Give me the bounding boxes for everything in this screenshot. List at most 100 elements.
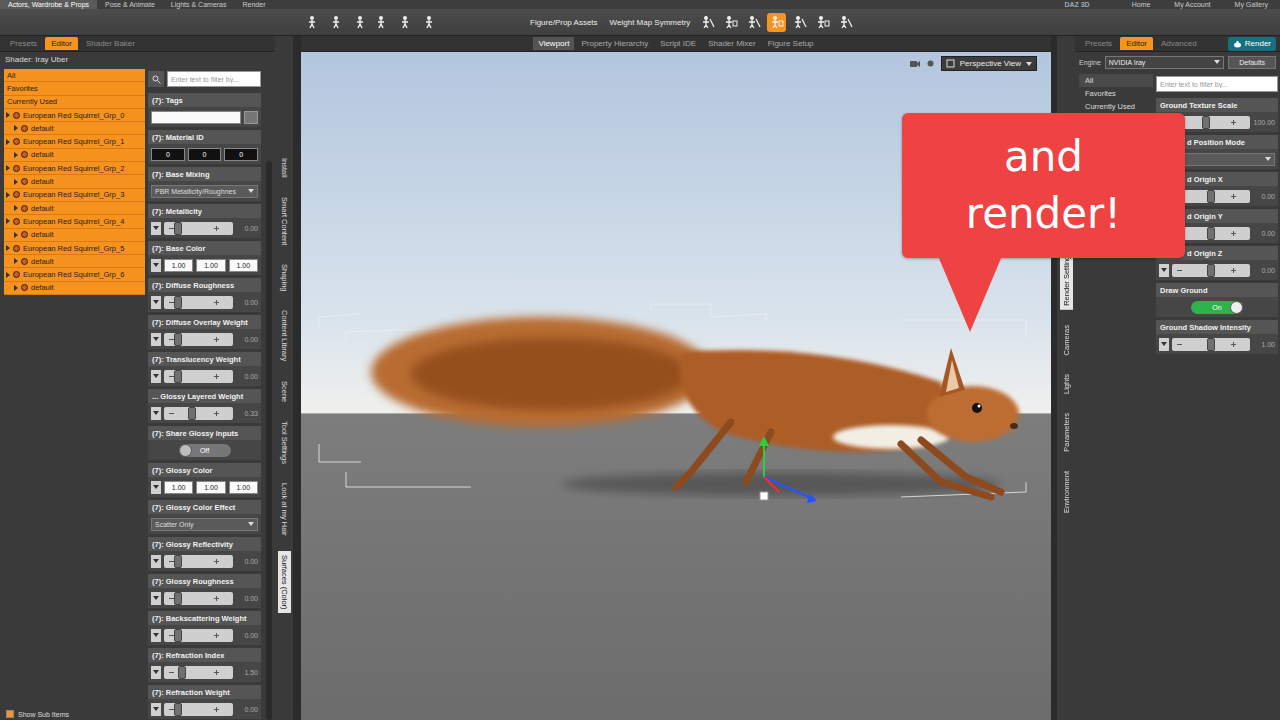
- slider-menu-button[interactable]: [151, 333, 161, 346]
- color-menu-button[interactable]: [151, 481, 161, 494]
- checkbox[interactable]: [6, 710, 14, 718]
- select-box[interactable]: Scatter Only: [151, 518, 258, 531]
- viewport-tab[interactable]: Property Hierarchy: [576, 37, 653, 50]
- slider-menu-button[interactable]: [151, 222, 161, 235]
- panel-tab[interactable]: Advanced: [1155, 37, 1203, 50]
- tree-child-row[interactable]: default: [4, 149, 145, 162]
- color-field[interactable]: 1.00: [196, 481, 225, 494]
- slider-knob[interactable]: [174, 703, 182, 716]
- tool-button[interactable]: [836, 13, 855, 32]
- room-tab[interactable]: Actors, Wardrobe & Props: [0, 0, 97, 9]
- filter-input[interactable]: [167, 71, 261, 87]
- viewport-tab[interactable]: Figure Setup: [763, 37, 819, 50]
- tree-child-row[interactable]: default: [4, 255, 145, 268]
- slider-track[interactable]: [1172, 264, 1250, 277]
- side-tab[interactable]: Install: [278, 154, 291, 182]
- select-box[interactable]: PBR Metallicity/Roughnes: [151, 185, 258, 198]
- slider-value[interactable]: 100.00: [1253, 119, 1275, 126]
- slider-knob[interactable]: [174, 629, 182, 642]
- slider-track[interactable]: [164, 370, 233, 383]
- tree-row[interactable]: European Red Squirrel_Grp_5: [4, 242, 145, 255]
- id-field[interactable]: 0: [188, 148, 222, 161]
- slider-track[interactable]: [164, 592, 233, 605]
- show-sub-items[interactable]: Show Sub Items: [4, 710, 145, 720]
- side-tab[interactable]: Cameras: [1060, 321, 1073, 359]
- slider-knob[interactable]: [174, 222, 182, 235]
- slider-knob[interactable]: [1207, 264, 1215, 277]
- top-link[interactable]: My Account: [1162, 0, 1222, 9]
- side-tab[interactable]: Lights: [1060, 370, 1073, 398]
- slider-knob[interactable]: [1207, 227, 1215, 240]
- tool-button[interactable]: [813, 13, 832, 32]
- render-button[interactable]: Render: [1228, 37, 1276, 51]
- slider-value[interactable]: 0.00: [236, 632, 258, 639]
- group-row[interactable]: All: [1079, 74, 1153, 87]
- group-row[interactable]: Favorites: [1079, 87, 1153, 100]
- side-tab[interactable]: Tool Settings: [278, 417, 291, 468]
- tool-button[interactable]: [721, 13, 740, 32]
- slider-value[interactable]: 0.00: [236, 595, 258, 602]
- slider-knob[interactable]: [174, 592, 182, 605]
- side-tab[interactable]: Environment: [1060, 467, 1073, 517]
- slider-track[interactable]: [164, 333, 233, 346]
- slider-value[interactable]: 0.00: [1253, 193, 1275, 200]
- camera-icon[interactable]: [909, 58, 920, 69]
- slider-knob[interactable]: [174, 370, 182, 383]
- slider-menu-button[interactable]: [151, 629, 161, 642]
- splitter[interactable]: [293, 36, 301, 720]
- viewport-tab[interactable]: Script IDE: [655, 37, 701, 50]
- toolbar-label[interactable]: Weight Map Symmetry: [606, 18, 695, 27]
- slider-knob[interactable]: [1207, 190, 1215, 203]
- slider-menu-button[interactable]: [151, 666, 161, 679]
- color-menu-button[interactable]: [151, 259, 161, 272]
- room-tab[interactable]: Pose & Animate: [97, 0, 163, 9]
- slider-track[interactable]: [164, 555, 233, 568]
- viewport-tab[interactable]: Viewport: [533, 37, 574, 50]
- slider-menu-button[interactable]: [1159, 338, 1169, 351]
- tool-button[interactable]: [698, 13, 717, 32]
- slider-value[interactable]: 0.00: [236, 706, 258, 713]
- slider-menu-button[interactable]: [151, 407, 161, 420]
- slider-track[interactable]: [164, 296, 233, 309]
- slider-knob[interactable]: [188, 407, 196, 420]
- slider-value[interactable]: 0.00: [236, 225, 258, 232]
- side-tab[interactable]: Smart Content: [278, 193, 291, 249]
- tool-button[interactable]: [790, 13, 809, 32]
- toolbar-label[interactable]: Figure/Prop Assets: [526, 18, 602, 27]
- slider-track[interactable]: [1172, 338, 1250, 351]
- panel-tab[interactable]: Presets: [4, 37, 43, 50]
- color-field[interactable]: 1.00: [229, 259, 258, 272]
- room-tab[interactable]: Lights & Cameras: [163, 0, 235, 9]
- slider-value[interactable]: 0.00: [236, 336, 258, 343]
- tool-button[interactable]: [767, 13, 786, 32]
- panel-tab[interactable]: Editor: [45, 37, 78, 50]
- view-select[interactable]: Perspective View: [941, 56, 1037, 71]
- slider-knob[interactable]: [1202, 116, 1210, 129]
- tree-child-row[interactable]: default: [4, 229, 145, 242]
- slider-value[interactable]: 1.50: [236, 669, 258, 676]
- slider-menu-button[interactable]: [151, 296, 161, 309]
- slider-knob[interactable]: [174, 296, 182, 309]
- color-field[interactable]: 1.00: [164, 481, 193, 494]
- tree-row[interactable]: European Red Squirrel_Grp_4: [4, 215, 145, 228]
- tool-button[interactable]: [373, 13, 392, 32]
- tags-button[interactable]: [244, 111, 258, 124]
- side-tab[interactable]: Content Library: [278, 306, 291, 365]
- slider-track[interactable]: [164, 222, 233, 235]
- side-tab[interactable]: Look at my Hair: [278, 479, 291, 540]
- slider-value[interactable]: 0.00: [1253, 230, 1275, 237]
- group-row[interactable]: All: [4, 69, 145, 82]
- slider-knob[interactable]: [1207, 338, 1215, 351]
- slider-knob[interactable]: [174, 333, 182, 346]
- tool-button[interactable]: [350, 13, 369, 32]
- group-row[interactable]: Currently Used: [1079, 101, 1153, 114]
- tree-child-row[interactable]: default: [4, 175, 145, 188]
- slider-track[interactable]: [164, 666, 233, 679]
- slider-value[interactable]: 0.00: [236, 299, 258, 306]
- tree-row[interactable]: European Red Squirrel_Grp_1: [4, 135, 145, 148]
- top-link[interactable]: My Gallery: [1223, 0, 1280, 9]
- slider-menu-button[interactable]: [151, 703, 161, 716]
- panel-tab[interactable]: Presets: [1079, 37, 1118, 50]
- tool-button[interactable]: [396, 13, 415, 32]
- scrollbar[interactable]: [266, 161, 272, 720]
